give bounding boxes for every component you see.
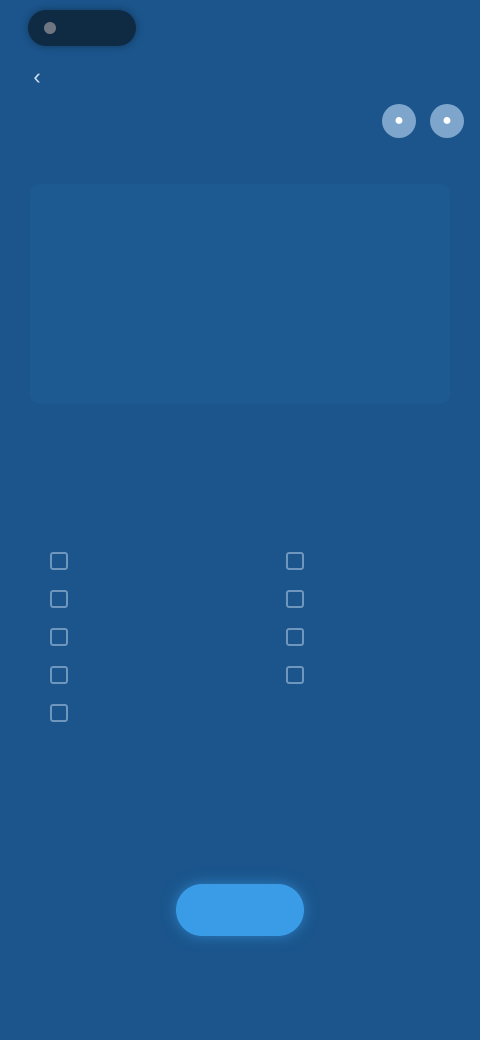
primary-action-button[interactable] (176, 884, 304, 936)
camera-dot-icon (44, 22, 56, 34)
checkbox-icon (50, 628, 68, 646)
checkbox-icon (50, 552, 68, 570)
score-column-right (310, 200, 380, 396)
checkbox-icon (50, 590, 68, 608)
checkbox-icon (50, 666, 68, 684)
option-item[interactable] (286, 548, 456, 574)
option-item[interactable] (286, 586, 456, 612)
checkbox-icon (286, 628, 304, 646)
options-right (286, 548, 456, 688)
status-pill (28, 10, 136, 46)
checkbox-icon (286, 666, 304, 684)
option-item[interactable] (50, 624, 240, 650)
chevron-left-icon: ‹ (33, 64, 41, 89)
checkbox-icon (50, 704, 68, 722)
circle-icon: ● (394, 112, 404, 129)
checkbox-icon (286, 590, 304, 608)
score-panel (30, 184, 450, 404)
circle-icon: ● (442, 112, 452, 129)
option-item[interactable] (50, 586, 240, 612)
option-item[interactable] (50, 548, 240, 574)
option-item[interactable] (50, 662, 240, 688)
action-button-right[interactable]: ● (430, 104, 464, 138)
option-item[interactable] (286, 624, 456, 650)
checkbox-icon (286, 552, 304, 570)
action-button-left[interactable]: ● (382, 104, 416, 138)
option-item[interactable] (50, 700, 240, 726)
options-left (50, 548, 240, 726)
back-button[interactable]: ‹ (22, 64, 52, 90)
option-item[interactable] (286, 662, 456, 688)
score-column-left (100, 200, 180, 396)
header: ‹ (0, 56, 480, 96)
